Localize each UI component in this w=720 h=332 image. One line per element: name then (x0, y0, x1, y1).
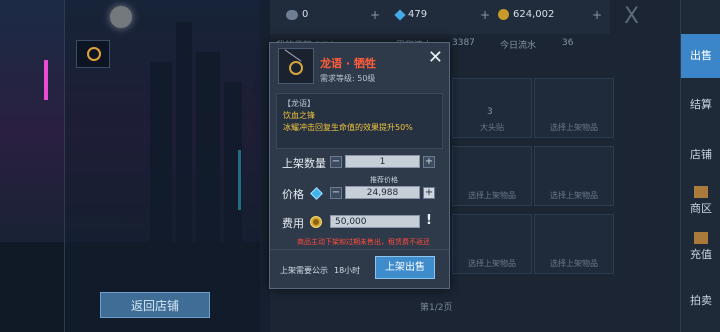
publicity-notice: 上架需要公示 18小时 (280, 265, 360, 276)
slot-empty-label: 选择上架物品 (468, 259, 516, 268)
recommended-price-hint: 推荐价格 (370, 176, 398, 184)
slot-empty-label: 选择上架物品 (468, 191, 516, 200)
coin-icon (498, 9, 509, 20)
quantity-plus-button[interactable]: + (423, 156, 435, 168)
close-icon[interactable]: ✕ (428, 47, 443, 68)
slot-qty: 3 (487, 107, 493, 117)
close-shop-button[interactable]: X (624, 4, 639, 29)
total-flow-value: 3387 (452, 38, 475, 48)
fee-value: 50,000 (330, 215, 420, 228)
shelf-slot-empty[interactable]: 选择上架物品 (452, 146, 532, 206)
sidebar-item-auction[interactable]: 拍卖 (681, 292, 720, 308)
price-label: 价格 (282, 188, 304, 201)
quantity-label: 上架数量 (282, 157, 326, 170)
recharge-icon (694, 232, 708, 244)
today-flow-value: 36 (562, 38, 574, 48)
quantity-input[interactable]: 1 (345, 155, 420, 168)
stamina-value: 0 (302, 9, 309, 20)
diamond-icon (394, 8, 406, 21)
page-indicator: 第1/2页 (420, 303, 453, 313)
fee-info-icon[interactable]: ! (426, 213, 432, 228)
sidebar-item-label: 充值 (690, 248, 712, 261)
desc-title: 饮血之锋 (283, 111, 315, 120)
add-gold-button[interactable]: + (592, 8, 602, 22)
sidebar-item-sell[interactable]: 出售 (681, 34, 720, 78)
sidebar-item-market[interactable]: 商区 (681, 186, 720, 216)
shelf-slot-empty[interactable]: 选择上架物品 (452, 214, 532, 274)
divider (270, 249, 449, 250)
ring-icon (289, 61, 303, 75)
item-icon (278, 48, 314, 84)
diamond-value: 479 (408, 9, 428, 20)
price-minus-button[interactable]: − (330, 187, 342, 199)
shelf-slot[interactable]: 3 大头贴 (452, 78, 532, 138)
price-plus-button[interactable]: + (423, 187, 435, 199)
item-requirement: 需求等级: 50级 (320, 74, 376, 83)
slot-empty-label: 选择上架物品 (550, 191, 598, 200)
shelf-item-thumbnail[interactable] (76, 40, 110, 68)
today-flow-label: 今日流水 (500, 41, 537, 51)
item-description: 【龙语】 饮血之锋 冰耀冲击回复生命值的效果提升50% (276, 93, 443, 149)
sidebar-item-store[interactable]: 店铺 (681, 146, 720, 162)
notice-label: 上架需要公示 (280, 266, 328, 275)
slot-item-name: 大头贴 (480, 123, 504, 132)
shelf-slot-empty[interactable]: 选择上架物品 (534, 146, 614, 206)
sidebar-item-recharge[interactable]: 充值 (681, 232, 720, 262)
cart-icon (694, 186, 708, 198)
desc-category: 【龙语】 (283, 99, 315, 108)
resource-bar: 0 + 479 + 624,002 + (270, 0, 610, 34)
price-input[interactable]: 24,988 (345, 186, 420, 199)
resource-stamina: 0 (286, 9, 308, 20)
gold-value: 624,002 (513, 9, 555, 20)
desc-effect: 冰耀冲击回复生命值的效果提升50% (283, 123, 413, 132)
item-name: 龙语 · 牺牲 (320, 57, 376, 70)
notice-duration: 18小时 (334, 266, 361, 275)
shelf-slot-empty[interactable]: 选择上架物品 (534, 214, 614, 274)
fee-warning: 商品主动下架和过期未售出，租赁费不返还 (297, 238, 430, 246)
resource-diamond: 479 (394, 8, 428, 21)
sidebar-item-label: 商区 (690, 202, 712, 215)
diamond-icon (310, 187, 323, 200)
neon-light (44, 60, 48, 100)
quantity-minus-button[interactable]: − (330, 156, 342, 168)
coin-icon (310, 216, 322, 228)
shelf-slot-empty[interactable]: 选择上架物品 (534, 78, 614, 138)
list-item-dialog: 龙语 · 牺牲 需求等级: 50级 ✕ 【龙语】 饮血之锋 冰耀冲击回复生命值的… (269, 42, 450, 289)
sidebar-item-settle[interactable]: 结算 (681, 96, 720, 112)
back-to-shop-button[interactable]: 返回店铺 (100, 292, 210, 318)
add-stamina-button[interactable]: + (370, 8, 380, 22)
fee-label: 费用 (282, 217, 304, 230)
add-diamond-button[interactable]: + (480, 8, 490, 22)
slot-empty-label: 选择上架物品 (550, 123, 598, 132)
sidebar: 出售 结算 店铺 商区 充值 拍卖 (680, 0, 720, 332)
cloud-icon (286, 9, 298, 20)
chain-icon (284, 49, 302, 62)
slot-empty-label: 选择上架物品 (550, 259, 598, 268)
resource-gold: 624,002 (498, 9, 554, 20)
list-for-sale-button[interactable]: 上架出售 (375, 256, 435, 279)
